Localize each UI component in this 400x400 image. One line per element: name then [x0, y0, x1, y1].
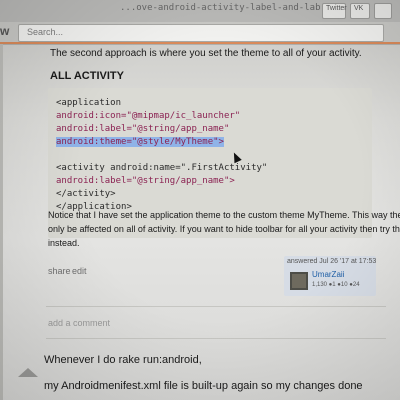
answer-heading: ALL ACTIVITY: [50, 70, 124, 82]
notice-line-1: Notice that I have set the application t…: [48, 210, 400, 220]
avatar[interactable]: [290, 272, 308, 290]
code-line-7: android:label="@string/app_name">: [56, 176, 235, 186]
search-input[interactable]: Search...: [18, 24, 384, 42]
post-divider: [46, 338, 386, 339]
answer-content: The second approach is where you set the…: [0, 44, 400, 400]
code-line-2: android:icon="@mipmap/ic_launcher": [56, 111, 241, 121]
extension-vk[interactable]: VK: [350, 3, 370, 19]
user-name-link[interactable]: UmarZaii: [312, 270, 344, 279]
next-post-line-1: Whenever I do rake run:android,: [44, 354, 202, 366]
answered-date: answered Jul 26 '17 at 17:53: [287, 258, 377, 265]
site-logo[interactable]: w: [0, 24, 9, 38]
left-margin: [0, 44, 3, 400]
browser-toolbar: ...ove-android-activity-label-and-label-…: [0, 0, 400, 24]
code-line-4-selected: android:theme="@style/MyTheme">: [56, 137, 224, 147]
share-link[interactable]: share: [48, 266, 71, 276]
url-bar[interactable]: ...ove-android-activity-label-and-label-…: [120, 3, 320, 13]
screenshot-viewport: ...ove-android-activity-label-and-label-…: [0, 0, 400, 400]
edit-link[interactable]: edit: [72, 266, 87, 276]
extension-twitter[interactable]: Twitter: [322, 3, 347, 19]
add-comment-link[interactable]: add a comment: [48, 318, 110, 328]
code-line-3: android:label="@string/app_name": [56, 124, 230, 134]
code-selection: android:theme="@style/MyTheme">: [56, 137, 224, 147]
code-line-1: <application: [56, 98, 122, 108]
next-post-line-2: my Androidmenifest.xml file is built-up …: [44, 380, 363, 392]
user-card: answered Jul 26 '17 at 17:53 UmarZaii 1,…: [284, 256, 376, 296]
avatar-image: [292, 274, 306, 288]
comment-divider: [46, 306, 386, 307]
user-reputation: 1,130 ●1 ●10 ●24: [312, 282, 360, 288]
code-line-8: </activity>: [56, 189, 116, 199]
notice-line-3: instead.: [48, 238, 80, 248]
code-line-6: <activity android:name=".FirstActivity": [56, 163, 268, 173]
notice-line-2: only be affected on all of activity. If …: [48, 224, 400, 234]
answer-intro: The second approach is where you set the…: [50, 48, 362, 59]
vote-up-icon[interactable]: [18, 368, 38, 377]
extension-twitter-label: Twitter: [326, 5, 347, 12]
search-placeholder: Search...: [27, 27, 64, 37]
menu-icon[interactable]: [374, 3, 392, 19]
extension-vk-label: VK: [354, 5, 364, 12]
